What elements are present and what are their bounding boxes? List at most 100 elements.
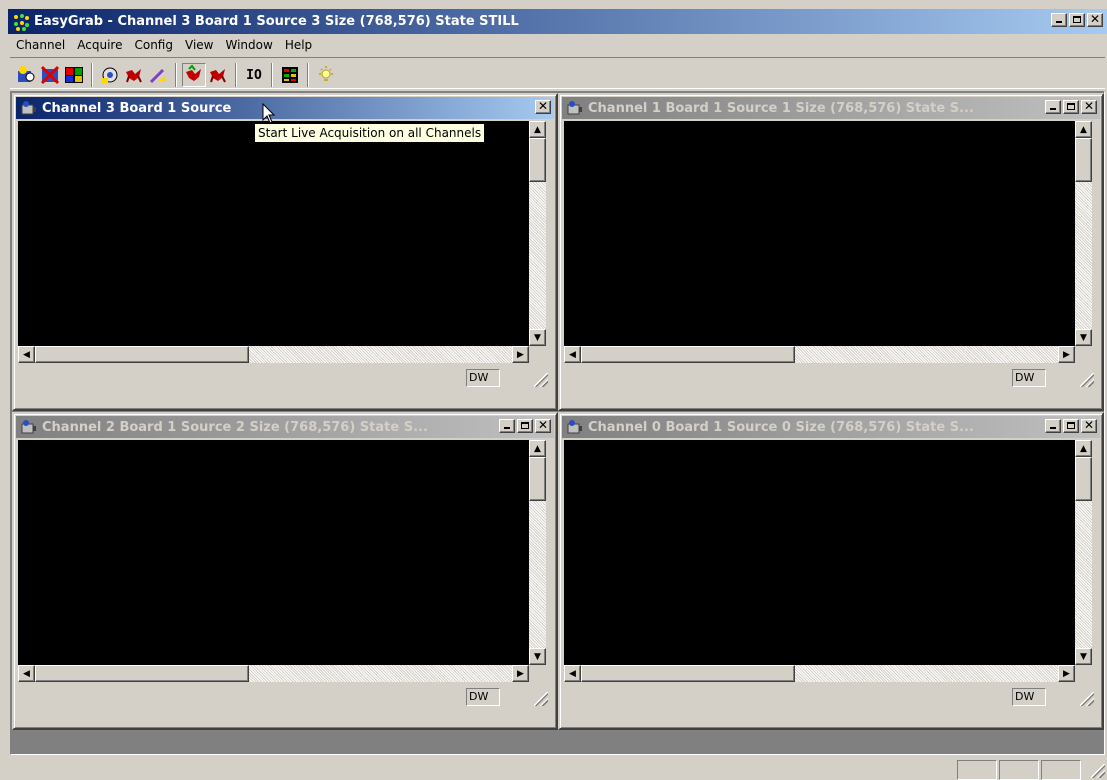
stop-all-button[interactable] xyxy=(206,63,230,87)
menu-config[interactable]: Config xyxy=(128,38,179,52)
resize-grip-icon[interactable] xyxy=(1080,692,1094,706)
arrow-left-icon: ◀ xyxy=(23,349,30,360)
open-channel-button[interactable] xyxy=(14,63,38,87)
scroll-thumb[interactable] xyxy=(1075,457,1092,501)
scroll-thumb[interactable] xyxy=(529,457,546,501)
arrow-right-icon: ▶ xyxy=(517,349,524,360)
status-dw: DW xyxy=(1012,369,1046,387)
scroll-thumb[interactable] xyxy=(35,346,249,363)
video-display[interactable] xyxy=(18,440,529,665)
maximize-button[interactable] xyxy=(1063,419,1079,433)
arrow-up-icon: ▲ xyxy=(1080,443,1087,454)
vertical-scrollbar[interactable]: ▲ ▼ xyxy=(529,121,546,346)
live-all-icon xyxy=(186,64,201,81)
scroll-down-button[interactable]: ▼ xyxy=(529,648,546,665)
scroll-thumb[interactable] xyxy=(35,665,249,682)
arrow-right-icon: ▶ xyxy=(1063,349,1070,360)
delete-channel-button[interactable] xyxy=(38,63,62,87)
close-button[interactable]: ✕ xyxy=(535,418,551,433)
acquire-button[interactable] xyxy=(122,63,146,87)
channel-status-bar: DW xyxy=(564,367,1094,387)
minimize-button[interactable] xyxy=(1045,100,1061,114)
arrow-down-icon: ▼ xyxy=(534,651,541,662)
scroll-up-button[interactable]: ▲ xyxy=(529,121,546,138)
resize-grip-icon[interactable] xyxy=(1091,764,1105,778)
menu-window[interactable]: Window xyxy=(219,38,278,52)
vertical-scrollbar[interactable]: ▲ ▼ xyxy=(529,440,546,665)
scroll-thumb[interactable] xyxy=(1075,138,1092,182)
channel-3-titlebar[interactable]: Channel 3 Board 1 Source ✕ xyxy=(16,97,554,119)
channel-1-window[interactable]: Channel 1 Board 1 Source 1 Size (768,576… xyxy=(558,93,1104,411)
horizontal-scrollbar[interactable]: ◀ ▶ xyxy=(18,665,529,682)
status-dw: DW xyxy=(466,688,500,706)
arrow-left-icon: ◀ xyxy=(23,668,30,679)
menu-acquire[interactable]: Acquire xyxy=(71,38,128,52)
vertical-scrollbar[interactable]: ▲ ▼ xyxy=(1075,121,1092,346)
scroll-thumb[interactable] xyxy=(581,665,795,682)
scroll-up-button[interactable]: ▲ xyxy=(1075,440,1092,457)
arrow-up-icon: ▲ xyxy=(534,443,541,454)
arrow-right-icon: ▶ xyxy=(1063,668,1070,679)
close-icon: ✕ xyxy=(1083,99,1095,113)
minimize-button[interactable] xyxy=(499,419,515,433)
maximize-button[interactable] xyxy=(1069,13,1085,27)
maximize-icon xyxy=(1073,16,1081,23)
scroll-left-button[interactable]: ◀ xyxy=(564,665,581,682)
camera-icon xyxy=(21,420,36,434)
horizontal-scrollbar[interactable]: ◀ ▶ xyxy=(564,346,1075,363)
channel-1-title: Channel 1 Board 1 Source 1 Size (768,576… xyxy=(588,100,974,116)
scroll-right-button[interactable]: ▶ xyxy=(512,346,529,363)
menu-channel[interactable]: Channel xyxy=(10,38,71,52)
channel-1-titlebar[interactable]: Channel 1 Board 1 Source 1 Size (768,576… xyxy=(562,97,1100,119)
camera-settings-button[interactable] xyxy=(98,63,122,87)
channel-0-titlebar[interactable]: Channel 0 Board 1 Source 0 Size (768,576… xyxy=(562,416,1100,438)
resize-grip-icon[interactable] xyxy=(1080,373,1094,387)
maximize-button[interactable] xyxy=(517,419,533,433)
menu-help[interactable]: Help xyxy=(279,38,318,52)
scroll-thumb[interactable] xyxy=(529,138,546,182)
video-display[interactable] xyxy=(564,440,1075,665)
scroll-right-button[interactable]: ▶ xyxy=(1058,665,1075,682)
scroll-thumb[interactable] xyxy=(581,346,795,363)
channel-2-window[interactable]: Channel 2 Board 1 Source 2 Size (768,576… xyxy=(12,412,558,730)
vertical-scrollbar[interactable]: ▲ ▼ xyxy=(1075,440,1092,665)
channel-2-titlebar[interactable]: Channel 2 Board 1 Source 2 Size (768,576… xyxy=(16,416,554,438)
scroll-left-button[interactable]: ◀ xyxy=(564,346,581,363)
channel-0-window[interactable]: Channel 0 Board 1 Source 0 Size (768,576… xyxy=(558,412,1104,730)
scroll-left-button[interactable]: ◀ xyxy=(18,346,35,363)
channel-0-title: Channel 0 Board 1 Source 0 Size (768,576… xyxy=(588,419,974,435)
minimize-button[interactable] xyxy=(1051,13,1067,27)
close-button[interactable]: ✕ xyxy=(1081,99,1097,114)
scroll-right-button[interactable]: ▶ xyxy=(512,665,529,682)
config-wizard-button[interactable] xyxy=(146,63,170,87)
scroll-right-button[interactable]: ▶ xyxy=(1058,346,1075,363)
menu-view[interactable]: View xyxy=(179,38,219,52)
light-button[interactable] xyxy=(314,63,338,87)
scroll-down-button[interactable]: ▼ xyxy=(1075,648,1092,665)
app-titlebar[interactable]: EasyGrab - Channel 3 Board 1 Source 3 Si… xyxy=(8,9,1107,34)
horizontal-scrollbar[interactable]: ◀ ▶ xyxy=(18,346,529,363)
scroll-down-button[interactable]: ▼ xyxy=(529,329,546,346)
io-icon: IO xyxy=(246,67,262,83)
scroll-down-button[interactable]: ▼ xyxy=(1075,329,1092,346)
status-panel xyxy=(957,760,997,780)
scroll-left-button[interactable]: ◀ xyxy=(18,665,35,682)
lut-button[interactable] xyxy=(278,63,302,87)
maximize-button[interactable] xyxy=(1063,100,1079,114)
close-button[interactable]: ✕ xyxy=(535,99,551,114)
video-display[interactable] xyxy=(18,121,529,346)
resize-grip-icon[interactable] xyxy=(534,692,548,706)
minimize-button[interactable] xyxy=(1045,419,1061,433)
horizontal-scrollbar[interactable]: ◀ ▶ xyxy=(564,665,1075,682)
app-status-bar xyxy=(8,758,1107,780)
io-button[interactable]: IO xyxy=(242,63,266,87)
close-button[interactable]: ✕ xyxy=(1087,12,1103,27)
video-display[interactable] xyxy=(564,121,1075,346)
scroll-up-button[interactable]: ▲ xyxy=(1075,121,1092,138)
resize-grip-icon[interactable] xyxy=(534,373,548,387)
close-button[interactable]: ✕ xyxy=(1081,418,1097,433)
channel-grid-button[interactable] xyxy=(62,63,86,87)
scroll-up-button[interactable]: ▲ xyxy=(529,440,546,457)
live-all-button[interactable] xyxy=(182,63,206,87)
camera-settings-icon xyxy=(102,67,118,83)
